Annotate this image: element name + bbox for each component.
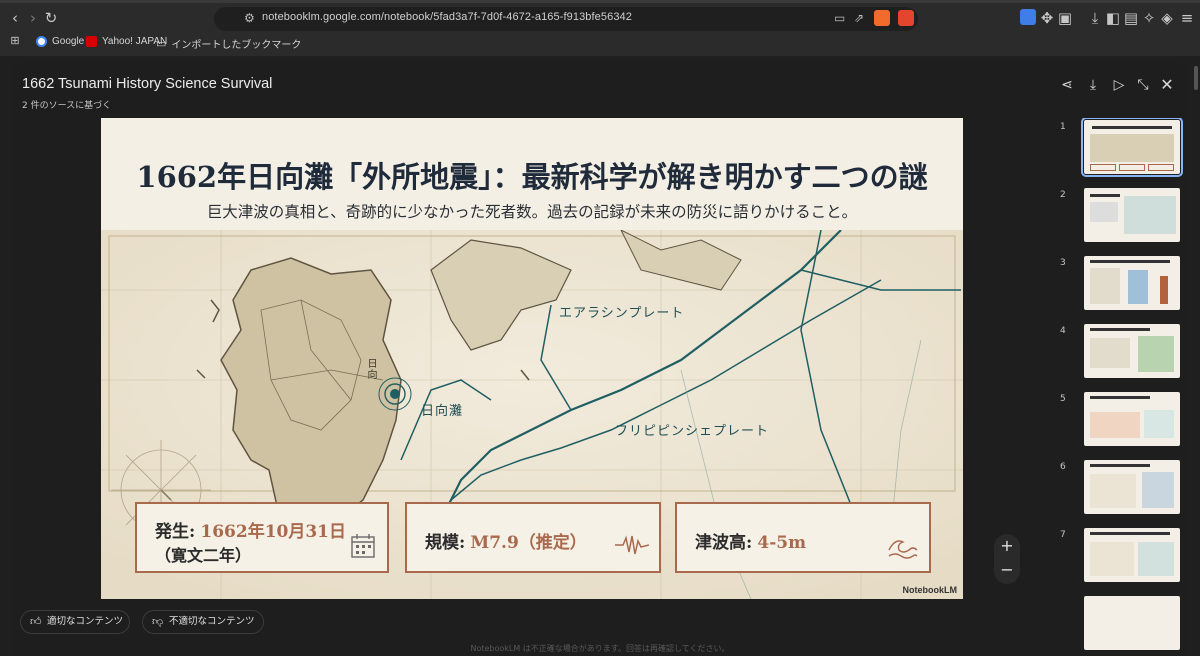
- leo-ai-icon[interactable]: ✧: [1140, 9, 1158, 27]
- extension-s-icon[interactable]: [1020, 9, 1036, 25]
- page-scrollbar[interactable]: [1194, 66, 1198, 90]
- thumbnail-image[interactable]: [1084, 460, 1180, 514]
- good-content-label: 適切なコンテンツ: [47, 616, 124, 627]
- close-icon[interactable]: ✕: [1158, 76, 1176, 94]
- share-page-icon[interactable]: ⇗: [854, 11, 864, 25]
- sidebar-icon[interactable]: ◧: [1104, 9, 1122, 27]
- thumbnail-image[interactable]: [1084, 188, 1180, 242]
- address-bar[interactable]: ⚙ notebooklm.google.com/notebook/5fad3a7…: [214, 7, 918, 31]
- brave-shield-icon[interactable]: [874, 10, 890, 26]
- thumbnail-number: 2: [1060, 190, 1066, 200]
- folder-icon: ▭: [156, 38, 167, 50]
- slide-thumbnail-list: 1 2 3 4 5 6 7: [1060, 118, 1200, 654]
- thumbs-down-icon: 👎︎: [152, 615, 164, 628]
- thumbnail-item-4[interactable]: 4: [1060, 324, 1180, 380]
- thumbnail-number: 6: [1060, 462, 1066, 472]
- thumbnail-number: 1: [1060, 122, 1066, 132]
- play-icon[interactable]: ▷: [1110, 76, 1128, 94]
- info-box-occurrence: 発生: 1662年10月31日 （寛文二年）: [135, 502, 389, 573]
- back-icon[interactable]: ‹: [6, 9, 24, 27]
- info-box-magnitude: 規模: M7.9（推定）: [405, 502, 661, 573]
- thumbnail-number: 7: [1060, 530, 1066, 540]
- seismograph-icon: [615, 535, 649, 555]
- cast-icon[interactable]: ▭: [834, 11, 845, 25]
- thumbnail-number: 3: [1060, 258, 1066, 268]
- thumbnail-item-3[interactable]: 3: [1060, 256, 1180, 312]
- disclaimer-text: NotebookLM は不正確な場合があります。回答は再確認してください。: [470, 644, 730, 653]
- brave-rewards-icon[interactable]: [898, 10, 914, 26]
- thumbnail-image[interactable]: [1084, 528, 1180, 582]
- thumbnail-number: 4: [1060, 326, 1066, 336]
- bookmark-label: インポートしたブックマーク: [171, 40, 302, 51]
- good-content-button[interactable]: 👍︎ 適切なコンテンツ: [20, 610, 130, 634]
- bookmark-label: Google: [52, 36, 85, 47]
- download-icon[interactable]: ⤓: [1084, 76, 1102, 94]
- slide-subtitle: 巨大津波の真相と、奇跡的に少なかった死者数。過去の記録が未来の防災に語りかけるこ…: [206, 203, 858, 221]
- zoom-in-button[interactable]: +: [994, 536, 1020, 555]
- calendar-icon: [351, 534, 375, 558]
- thumbnail-image[interactable]: [1081, 118, 1183, 177]
- wallet-icon[interactable]: ▤: [1122, 9, 1140, 27]
- dialog-toolbar: ⋖ ⤓ ▷ ⤡ ✕: [1058, 76, 1178, 94]
- site-info-icon[interactable]: ⚙: [244, 11, 255, 25]
- dialog-title: 1662 Tsunami History Science Survival: [22, 76, 273, 92]
- forward-icon[interactable]: ›: [24, 9, 42, 27]
- thumbnail-item-2[interactable]: 2: [1060, 188, 1180, 244]
- tab-strip: [0, 0, 1200, 3]
- occurrence-era: （寛文二年）: [155, 546, 252, 565]
- thumbnail-image[interactable]: [1084, 392, 1180, 446]
- dialog-subtitle: 2 件のソースに基づく: [22, 101, 112, 111]
- screenshot-icon[interactable]: ▣: [1056, 9, 1074, 27]
- eurasian-plate-label: エアラシンプレート: [559, 306, 685, 321]
- magnitude-value: M7.9（推定）: [470, 533, 587, 553]
- browser-chrome: ‹ › ↻ ⎕ ⚙ notebooklm.google.com/notebook…: [0, 0, 1200, 56]
- bad-content-label: 不適切なコンテンツ: [169, 616, 255, 627]
- thumbnail-item-1[interactable]: 1: [1060, 118, 1183, 177]
- notebooklm-watermark: NotebookLM: [902, 585, 958, 595]
- hyuganada-label: 日向灘: [421, 404, 464, 419]
- tsunami-height-label: 津波高:: [695, 533, 753, 553]
- zoom-out-button[interactable]: −: [994, 560, 1020, 579]
- thumbnail-image[interactable]: [1084, 324, 1180, 378]
- zoom-control: + −: [994, 534, 1020, 584]
- thumbnail-number: 5: [1060, 394, 1066, 404]
- thumbnail-image[interactable]: [1084, 596, 1180, 650]
- bad-content-button[interactable]: 👎︎ 不適切なコンテンツ: [142, 610, 264, 634]
- thumbnail-image[interactable]: [1084, 256, 1180, 310]
- reload-icon[interactable]: ↻: [42, 9, 60, 27]
- google-icon: [36, 36, 47, 47]
- magnitude-label: 規模:: [425, 533, 466, 553]
- apps-grid-icon[interactable]: ⊞: [6, 32, 24, 50]
- menu-icon[interactable]: ≡: [1178, 9, 1196, 27]
- share-icon[interactable]: ⋖: [1058, 76, 1076, 94]
- vpn-icon[interactable]: ◈: [1158, 9, 1176, 27]
- thumbs-up-icon: 👍︎: [30, 615, 42, 628]
- navigation-bar: ‹ › ↻ ⎕ ⚙ notebooklm.google.com/notebook…: [0, 6, 1200, 32]
- occurrence-label: 発生:: [155, 522, 196, 542]
- wave-icon: [888, 540, 918, 559]
- hyuga-label: 日向: [365, 358, 376, 380]
- slide-title: 1662年日向灘「外所地震」：最新科学が解き明かす二つの謎: [136, 160, 928, 194]
- occurrence-value: 1662年10月31日: [200, 522, 347, 542]
- yahoo-icon: [86, 36, 97, 47]
- bookmark-folder-imported[interactable]: ▭ インポートしたブックマーク: [156, 36, 301, 51]
- tsunami-height-value: 4-5m: [757, 533, 807, 553]
- bookmarks-bar: ⊞ Google Yahoo! JAPAN ▭ インポートしたブックマーク: [0, 33, 1200, 53]
- bookmark-google[interactable]: Google: [36, 36, 84, 47]
- philippine-plate-label: フリピピンシェプレート: [615, 424, 770, 439]
- downloads-icon[interactable]: ⤓: [1086, 9, 1104, 27]
- info-box-tsunami-height: 津波高: 4-5m: [675, 502, 931, 573]
- url-text[interactable]: notebooklm.google.com/notebook/5fad3a7f-…: [262, 11, 632, 23]
- extensions-puzzle-icon[interactable]: ✥: [1038, 9, 1056, 27]
- main-slide: 1662年日向灘「外所地震」：最新科学が解き明かす二つの謎 巨大津波の真相と、奇…: [101, 118, 963, 599]
- thumbnail-item-7[interactable]: 7: [1060, 528, 1180, 584]
- collapse-icon[interactable]: ⤡: [1134, 76, 1152, 94]
- thumbnail-item-5[interactable]: 5: [1060, 392, 1180, 448]
- thumbnail-item-6[interactable]: 6: [1060, 460, 1180, 516]
